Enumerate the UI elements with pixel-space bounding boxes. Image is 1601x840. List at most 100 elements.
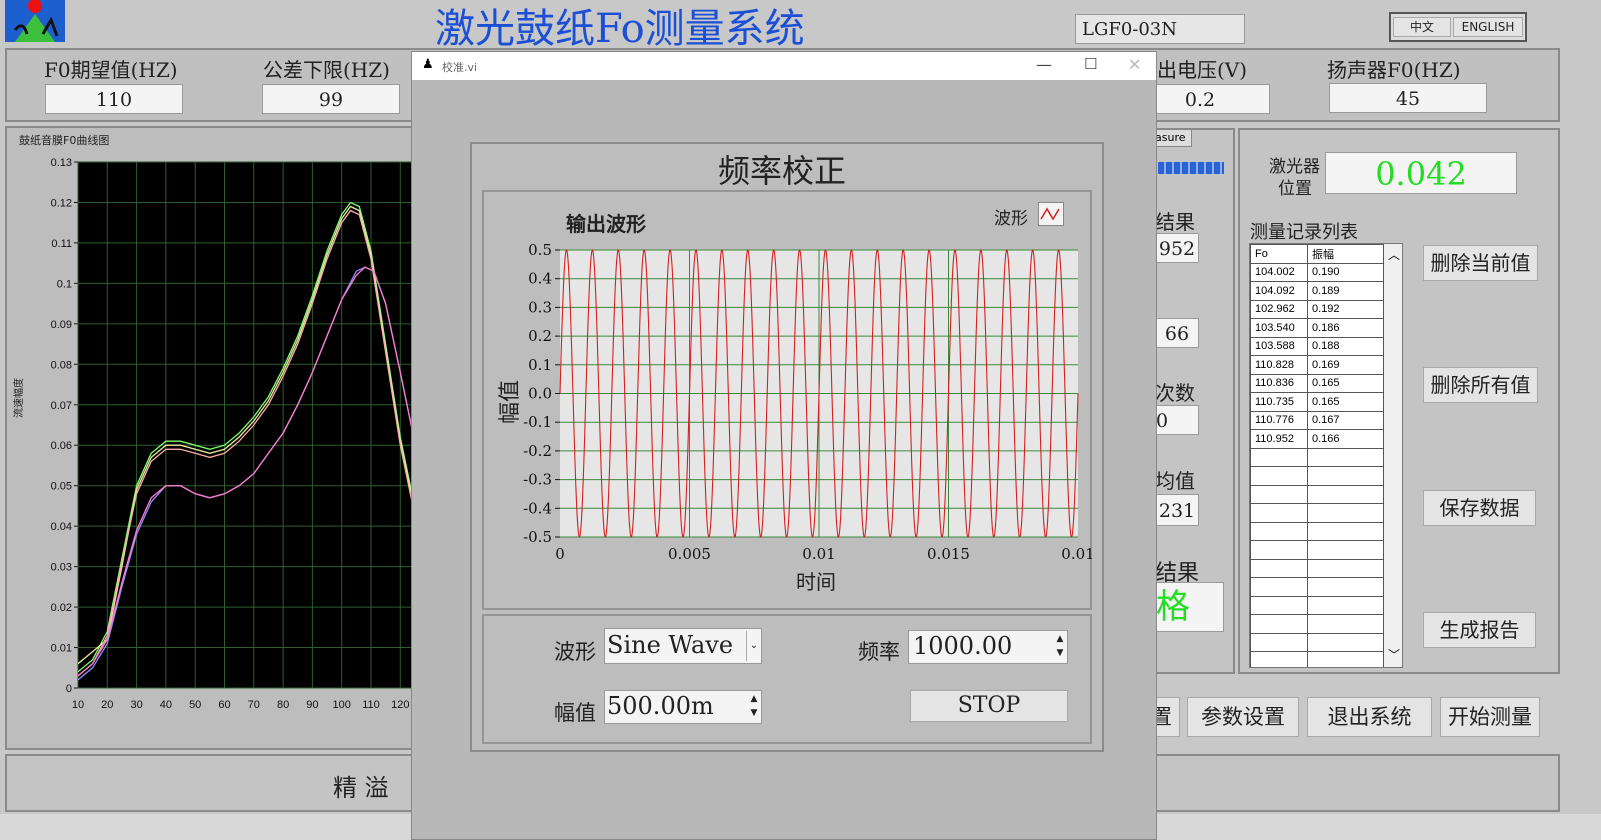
record-row[interactable]: 110.828 0.169 [1250, 355, 1384, 375]
main-chart: 0.13 0.12 0.11 0.1 0.09 0.08 0.07 0.06 0.05 0.04 0… [51, 157, 412, 711]
start-measure-button[interactable]: 开始测量 [1440, 697, 1540, 737]
footer-company: 精 溢 [333, 774, 389, 802]
record-row[interactable]: 110.735 0.165 [1250, 392, 1384, 412]
param-settings-button[interactable]: 参数设置 [1187, 697, 1299, 737]
record-row[interactable] [1250, 484, 1384, 504]
record-amp-cell [1307, 447, 1384, 467]
calibration-heading: 频率校正 [718, 152, 847, 190]
maximize-icon[interactable]: ☐ [1084, 55, 1097, 73]
waveform-chart: 0.5 0.4 0.3 0.2 0.1 0.0 -0.1 -0.2 -0.3 -0.4 -0.50 0… [523, 244, 1092, 563]
record-row[interactable] [1250, 466, 1384, 486]
waveform-xtick-label: 0 [555, 545, 565, 563]
record-col-fo: Fo [1250, 244, 1308, 264]
waveform-ytick-label: -0.1 [523, 413, 552, 431]
main-chart-ytick-label: 0.08 [51, 359, 72, 371]
waveform-ytick-label: 0.0 [528, 385, 552, 403]
app-logo [5, 0, 65, 42]
main-chart-ytick-label: 0.04 [51, 521, 72, 533]
frequency-input[interactable]: 1000.00 ▲ ▼ [908, 630, 1068, 664]
record-fo-cell: 110.952 [1250, 429, 1308, 449]
param-tolerance-low-field[interactable]: 99 [262, 84, 400, 114]
param-label-tolerance-low: 公差下限(HZ) [263, 58, 390, 82]
record-header-row: Fo 振幅 [1250, 244, 1384, 264]
scroll-up-icon[interactable]: ︿ [1388, 246, 1400, 263]
param-speaker-f0-field[interactable]: 45 [1329, 83, 1487, 113]
record-scrollbar[interactable]: ︿ ﹀ [1384, 244, 1402, 667]
waveform-xtick-label: 0.015 [927, 545, 970, 563]
main-chart-xtick-label: 90 [306, 699, 318, 711]
result-label: 结果 [1155, 210, 1195, 234]
calibration-frame: 频率校正 输出波形 波形 幅值 时间 0.5 0.4 0.3 0.2 0.1 0.0 -0.… [470, 142, 1104, 752]
record-row[interactable]: 110.952 0.166 [1250, 429, 1384, 449]
record-amp-cell [1307, 466, 1384, 486]
record-row[interactable] [1250, 540, 1384, 560]
record-row[interactable] [1250, 595, 1384, 615]
main-chart-ytick-label: 0 [66, 683, 72, 695]
main-chart-ylabel: 流速幅度 [14, 378, 25, 418]
stop-button[interactable]: STOP [910, 690, 1068, 722]
record-col-amp: 振幅 [1307, 244, 1384, 264]
record-fo-cell: 110.836 [1250, 373, 1308, 393]
main-chart-xtick-label: 110 [362, 699, 380, 711]
record-fo-cell [1250, 521, 1308, 541]
main-chart-xtick-label: 20 [101, 699, 113, 711]
record-row[interactable] [1250, 651, 1384, 667]
record-row[interactable]: 110.836 0.165 [1250, 373, 1384, 393]
verdict-field: 格 [1155, 582, 1224, 632]
dialog-title: 校准.vi [442, 61, 478, 74]
record-amp-cell [1307, 540, 1384, 560]
chevron-down-icon[interactable]: ⌄ [746, 631, 761, 661]
record-row[interactable]: 104.092 0.189 [1250, 281, 1384, 301]
record-amp-cell: 0.188 [1307, 336, 1384, 356]
waveform-ytick-label: -0.5 [523, 528, 552, 546]
record-row[interactable] [1250, 521, 1384, 541]
delete-all-button[interactable]: 删除所有值 [1423, 367, 1538, 403]
record-row[interactable] [1250, 503, 1384, 523]
record-fo-cell [1250, 577, 1308, 597]
avg-label: 均值 [1155, 469, 1195, 493]
amplitude-input[interactable]: 500.00m ▲ ▼ [604, 690, 762, 724]
record-list-title: 测量记录列表 [1250, 222, 1358, 243]
record-row[interactable] [1250, 614, 1384, 634]
measure-tab[interactable]: asure [1152, 129, 1192, 147]
record-row[interactable] [1250, 558, 1384, 578]
main-chart-ytick-label: 0.05 [51, 481, 72, 493]
main-chart-ytick-label: 0.13 [51, 157, 72, 169]
main-chart-xtick-label: 120 [391, 699, 409, 711]
record-row[interactable]: 103.540 0.186 [1250, 318, 1384, 338]
record-amp-cell [1307, 484, 1384, 504]
minimize-icon[interactable]: — [1036, 55, 1052, 74]
record-row[interactable]: 110.776 0.167 [1250, 410, 1384, 430]
waveform-ytick-label: -0.2 [523, 442, 552, 460]
main-chart-ytick-label: 0.07 [51, 400, 72, 412]
record-list[interactable]: Fo 振幅 104.002 0.190 104.092 0.189 102.962 0.1… [1249, 243, 1403, 668]
main-chart-ytick-label: 0.09 [51, 319, 72, 331]
dialog-app-icon: ♟ [422, 57, 434, 72]
main-chart-ytick-label: 0.1 [57, 278, 72, 290]
record-row[interactable] [1250, 447, 1384, 467]
param-f0-target-field[interactable]: 110 [45, 84, 183, 114]
waveform-type-select[interactable]: Sine Wave ⌄ [604, 628, 762, 664]
record-row[interactable] [1250, 632, 1384, 652]
exit-system-button[interactable]: 退出系统 [1307, 697, 1432, 737]
frequency-stepper[interactable]: ▲ ▼ [1054, 632, 1066, 662]
record-row[interactable]: 102.962 0.192 [1250, 299, 1384, 319]
scroll-down-icon[interactable]: ﹀ [1388, 646, 1400, 663]
lang-cn-button[interactable]: 中文 [1393, 17, 1451, 37]
save-data-button[interactable]: 保存数据 [1423, 490, 1536, 526]
result-field: 952 [1155, 233, 1199, 263]
language-switch: 中文 ENGLISH [1389, 12, 1527, 42]
param-label-output-voltage: 出电压(V) [1157, 58, 1248, 82]
record-fo-cell: 102.962 [1250, 299, 1308, 319]
delete-current-button[interactable]: 删除当前值 [1423, 245, 1538, 281]
record-row[interactable]: 103.588 0.188 [1250, 336, 1384, 356]
generate-report-button[interactable]: 生成报告 [1423, 612, 1536, 648]
main-chart-ytick-label: 0.12 [51, 197, 72, 209]
waveform-xtick-label: 0.005 [668, 545, 711, 563]
main-chart-xtick-label: 80 [277, 699, 289, 711]
close-icon[interactable]: ✕ [1128, 55, 1141, 74]
record-row[interactable] [1250, 577, 1384, 597]
record-row[interactable]: 104.002 0.190 [1250, 262, 1384, 282]
lang-en-button[interactable]: ENGLISH [1453, 17, 1523, 37]
amplitude-stepper[interactable]: ▲ ▼ [748, 692, 760, 722]
